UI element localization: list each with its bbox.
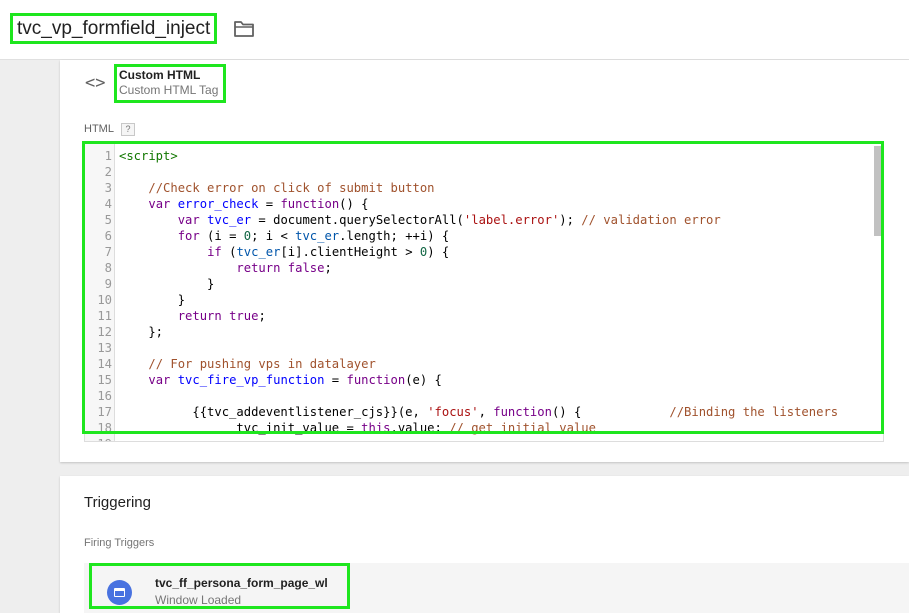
code-text: var tvc_fire_vp_function = function(e) { — [148, 373, 442, 387]
code-line: 16 — [85, 388, 875, 404]
line-number: 19 — [85, 436, 112, 441]
trigger-name: tvc_ff_persona_form_page_wl — [155, 576, 328, 590]
code-text: for (i = 0; i < tvc_er.length; ++i) { — [177, 229, 450, 243]
code-line: 11 return true; — [85, 308, 875, 324]
code-line: 17 {{tvc_addeventlistener_cjs}}(e, 'focu… — [85, 404, 875, 420]
html-field-label: HTML — [84, 123, 114, 135]
line-number: 8 — [104, 261, 112, 275]
tag-type-selector[interactable]: Custom HTML Custom HTML Tag — [114, 64, 226, 103]
code-line: 19 — [85, 436, 875, 441]
code-text: return false; — [236, 261, 332, 275]
line-number: 9 — [104, 277, 112, 291]
folder-icon[interactable] — [233, 19, 255, 39]
code-text: //Check error on click of submit button — [148, 181, 435, 195]
code-line: 13 — [85, 340, 875, 356]
code-line: 4 var error_check = function() { — [85, 196, 875, 212]
editor-scrollbar[interactable] — [874, 146, 881, 236]
code-text: tvc_init_value = this.value; // get init… — [119, 421, 596, 435]
html-code-editor[interactable]: 1 <script> 2 3 //Check error on click of su… — [84, 143, 884, 442]
code-line: 3 //Check error on click of submit butto… — [85, 180, 875, 196]
code-text: var error_check = function() { — [148, 197, 369, 211]
line-number: 2 — [104, 165, 112, 179]
line-number: 11 — [97, 309, 112, 323]
code-line: 8 return false; — [85, 260, 875, 276]
line-number: 12 — [97, 325, 112, 339]
tag-name-text: tvc_vp_formfield_inject — [17, 17, 211, 39]
code-line: 6 for (i = 0; i < tvc_er.length; ++i) { — [85, 228, 875, 244]
trigger-type: Window Loaded — [155, 593, 242, 607]
line-number: 16 — [97, 389, 112, 403]
code-text: return true; — [177, 309, 266, 323]
line-number: 17 — [97, 405, 112, 419]
code-line: 18 tvc_init_value = this.value; // get i… — [85, 420, 875, 436]
code-brackets-icon: <> — [85, 73, 106, 93]
line-number: 10 — [97, 293, 112, 307]
code-text: if (tvc_er[i].clientHeight > 0) { — [207, 245, 450, 259]
line-number: 13 — [97, 341, 112, 355]
tag-type-name: Custom HTML — [119, 68, 201, 82]
line-number: 4 — [104, 197, 112, 211]
code-text: }; — [119, 325, 164, 339]
code-text: } — [119, 293, 186, 307]
code-text: var tvc_er = document.querySelectorAll('… — [177, 213, 721, 227]
line-number: 1 — [104, 149, 112, 163]
code-line: 1 <script> — [85, 148, 875, 164]
code-line: 12 }; — [85, 324, 875, 340]
line-number: 15 — [97, 373, 112, 387]
line-number: 14 — [97, 357, 112, 371]
code-line: 7 if (tvc_er[i].clientHeight > 0) { — [85, 244, 875, 260]
line-number: 7 — [104, 245, 112, 259]
firing-triggers-label: Firing Triggers — [84, 537, 155, 549]
code-line: 5 var tvc_er = document.querySelectorAll… — [85, 212, 875, 228]
code-text: <script> — [119, 149, 178, 163]
code-line: 15 var tvc_fire_vp_function = function(e… — [85, 372, 875, 388]
code-line: 2 — [85, 164, 875, 180]
window-glyph — [114, 588, 125, 597]
tag-type-subtitle: Custom HTML Tag — [119, 83, 219, 97]
code-text: } — [119, 277, 215, 291]
tag-name-title[interactable]: tvc_vp_formfield_inject — [10, 13, 218, 44]
window-loaded-icon — [107, 580, 132, 605]
line-number: 5 — [104, 213, 112, 227]
line-number: 3 — [104, 181, 112, 195]
triggering-title: Triggering — [84, 494, 151, 511]
code-line: 14 // For pushing vps in datalayer — [85, 356, 875, 372]
code-text: {{tvc_addeventlistener_cjs}}(e, 'focus',… — [119, 405, 839, 419]
code-line: 10 } — [85, 292, 875, 308]
code-line: 9 } — [85, 276, 875, 292]
help-icon[interactable]: ? — [121, 123, 135, 136]
line-number: 6 — [104, 229, 112, 243]
line-number: 18 — [97, 421, 112, 435]
code-text: // For pushing vps in datalayer — [148, 357, 376, 371]
